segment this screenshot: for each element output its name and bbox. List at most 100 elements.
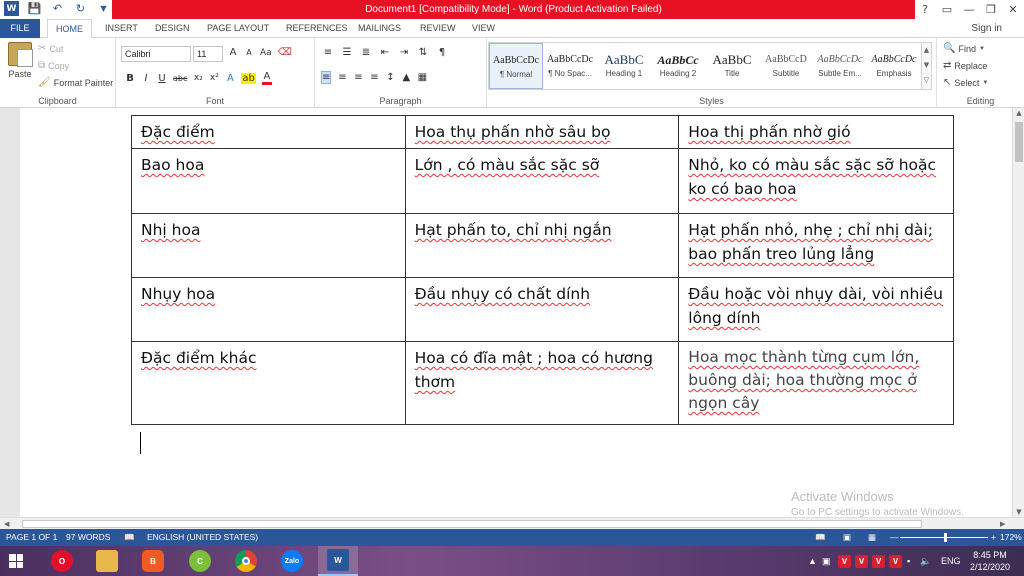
zoom-in-icon[interactable]: +: [991, 529, 996, 546]
shrink-font-button[interactable]: A: [244, 48, 254, 57]
increase-indent-icon[interactable]: ⇥: [399, 47, 409, 58]
copy-button[interactable]: ⧉ Copy: [38, 60, 69, 71]
word-logo-icon[interactable]: W: [4, 1, 19, 16]
page-count[interactable]: PAGE 1 OF 1: [6, 529, 57, 546]
restore-button[interactable]: ❐: [980, 0, 1002, 19]
web-layout-icon[interactable]: ▦: [868, 529, 876, 546]
table-cell[interactable]: Nhị hoa: [131, 213, 406, 278]
font-color-button[interactable]: A: [261, 71, 272, 85]
zoom-slider-thumb[interactable]: [944, 533, 947, 542]
borders-icon[interactable]: ▦: [417, 72, 427, 83]
taskbar-opera[interactable]: O: [42, 546, 82, 576]
tray-vietkey-icon[interactable]: V: [889, 546, 902, 576]
align-center-icon[interactable]: ≡: [337, 72, 347, 83]
table-cell[interactable]: Nhụy hoa: [131, 277, 406, 342]
tab-insert[interactable]: INSERT: [105, 19, 138, 38]
numbering-icon[interactable]: ☰: [342, 47, 352, 58]
tab-home[interactable]: HOME: [47, 19, 92, 39]
style-subtle-emphasis[interactable]: AaBbCcDc Subtle Em...: [813, 43, 867, 89]
italic-button[interactable]: I: [141, 73, 151, 84]
style-no-spacing[interactable]: AaBbCcDc ¶ No Spac...: [543, 43, 597, 89]
taskbar-word[interactable]: W: [318, 546, 358, 576]
style-subtitle[interactable]: AaBbCcD Subtitle: [759, 43, 813, 89]
tray-vietkey-icon[interactable]: V: [838, 546, 851, 576]
print-layout-icon[interactable]: ▣: [843, 529, 851, 546]
taskbar-zalo[interactable]: Zalo: [272, 546, 312, 576]
minimize-button[interactable]: —: [958, 0, 980, 19]
underline-button[interactable]: U: [157, 73, 167, 84]
undo-icon[interactable]: ↶: [50, 1, 65, 16]
select-button[interactable]: ↖ Select ▼: [943, 77, 988, 88]
table-cell[interactable]: Đầu nhụy có chất dính: [404, 277, 680, 342]
language-status[interactable]: ENGLISH (UNITED STATES): [147, 529, 258, 546]
table-cell[interactable]: Bao hoa: [131, 148, 406, 214]
highlight-color-icon[interactable]: ab: [241, 72, 256, 84]
help-button[interactable]: ?: [914, 0, 936, 19]
tab-mailings[interactable]: MAILINGS: [358, 19, 401, 38]
taskbar-coccoc[interactable]: C: [180, 546, 220, 576]
sign-in-link[interactable]: Sign in: [971, 19, 1002, 38]
vertical-scrollbar[interactable]: ▲ ▼: [1012, 108, 1024, 517]
table-cell[interactable]: Đặc điểm khác: [131, 341, 406, 425]
tab-file[interactable]: FILE: [0, 19, 40, 38]
superscript-button[interactable]: x²: [209, 73, 219, 83]
table-cell[interactable]: Hoa thụ phấn nhờ sâu bọ: [404, 115, 680, 149]
save-icon[interactable]: 💾: [27, 1, 42, 16]
customize-icon[interactable]: ▼: [96, 1, 111, 16]
scroll-up-icon[interactable]: ▲: [1013, 109, 1024, 117]
clock[interactable]: 8:45 PM 2/12/2020: [970, 549, 1010, 573]
replace-button[interactable]: ⇄ Replace: [943, 60, 987, 71]
tab-review[interactable]: REVIEW: [420, 19, 456, 38]
document-page[interactable]: Đặc điểm Hoa thụ phấn nhờ sâu bọ Hoa thị…: [20, 108, 1012, 517]
style-emphasis[interactable]: AaBbCcDc Emphasis: [867, 43, 921, 89]
taskbar-file-explorer[interactable]: [87, 546, 127, 576]
table-cell[interactable]: Nhỏ, ko có màu sắc sặc sỡ hoặc ko có bao…: [678, 148, 954, 214]
table-cell[interactable]: Hoa mọc thành từng cụm lớn, buông dài; h…: [678, 341, 954, 425]
bold-button[interactable]: B: [125, 73, 135, 84]
clear-formatting-icon[interactable]: ⌫: [278, 47, 292, 58]
close-button[interactable]: ✕: [1002, 0, 1024, 19]
tray-vietkey-icon[interactable]: V: [872, 546, 885, 576]
input-language[interactable]: ENG: [941, 546, 961, 576]
styles-more-button[interactable]: ▲ ▼ ▽: [921, 42, 932, 90]
change-case-button[interactable]: Aa: [260, 48, 272, 58]
redo-icon[interactable]: ↻: [73, 1, 88, 16]
multilevel-list-icon[interactable]: ≣: [361, 47, 371, 58]
style-title[interactable]: AaBbC Title: [705, 43, 759, 89]
table-cell[interactable]: Lớn , có màu sắc sặc sỡ: [404, 148, 680, 214]
proofing-icon[interactable]: 📖: [124, 529, 135, 546]
align-right-icon[interactable]: ≡: [353, 72, 363, 83]
cut-button[interactable]: ✂ Cut: [38, 43, 63, 54]
table-cell[interactable]: Hoa thị phấn nhờ gió: [678, 115, 954, 149]
style-heading-2[interactable]: AaBbCc Heading 2: [651, 43, 705, 89]
font-family-select[interactable]: Calibri: [121, 46, 191, 62]
zoom-level[interactable]: 172%: [1000, 529, 1022, 546]
find-button[interactable]: 🔍 Find ▼: [943, 43, 985, 54]
style-normal[interactable]: AaBbCcDc ¶ Normal: [489, 43, 543, 89]
table-cell[interactable]: Đặc điểm: [131, 115, 406, 149]
show-formatting-button[interactable]: ¶: [437, 47, 447, 58]
network-icon[interactable]: ▪: [907, 546, 910, 576]
start-button[interactable]: [0, 546, 32, 576]
table-cell[interactable]: Hạt phấn to, chỉ nhị ngắn: [404, 213, 680, 278]
tray-vietkey-icon[interactable]: V: [855, 546, 868, 576]
taskbar-brave[interactable]: B: [133, 546, 173, 576]
tray-app-icon[interactable]: ▣: [822, 546, 831, 576]
tab-references[interactable]: REFERENCES: [286, 19, 348, 38]
align-left-icon[interactable]: ≡: [321, 71, 332, 84]
zoom-out-icon[interactable]: —: [890, 529, 899, 546]
style-heading-1[interactable]: AaBbC Heading 1: [597, 43, 651, 89]
grow-font-button[interactable]: A: [228, 47, 238, 58]
volume-icon[interactable]: 🔈: [920, 546, 931, 576]
justify-icon[interactable]: ≡: [369, 72, 379, 83]
line-spacing-icon[interactable]: ↕: [385, 72, 395, 83]
table-cell[interactable]: Đầu hoặc vòi nhụy dài, vòi nhiều lông dí…: [678, 277, 954, 342]
ribbon-display-button[interactable]: ▭: [936, 0, 958, 19]
vertical-scroll-thumb[interactable]: [1015, 122, 1023, 162]
tab-view[interactable]: VIEW: [472, 19, 495, 38]
horizontal-scrollbar[interactable]: ◀ ▶: [0, 517, 1024, 529]
tab-page-layout[interactable]: PAGE LAYOUT: [207, 19, 269, 38]
paste-button[interactable]: Paste: [6, 42, 34, 79]
tray-expand-icon[interactable]: ▲: [808, 546, 817, 576]
bullets-icon[interactable]: ≡: [323, 47, 333, 58]
